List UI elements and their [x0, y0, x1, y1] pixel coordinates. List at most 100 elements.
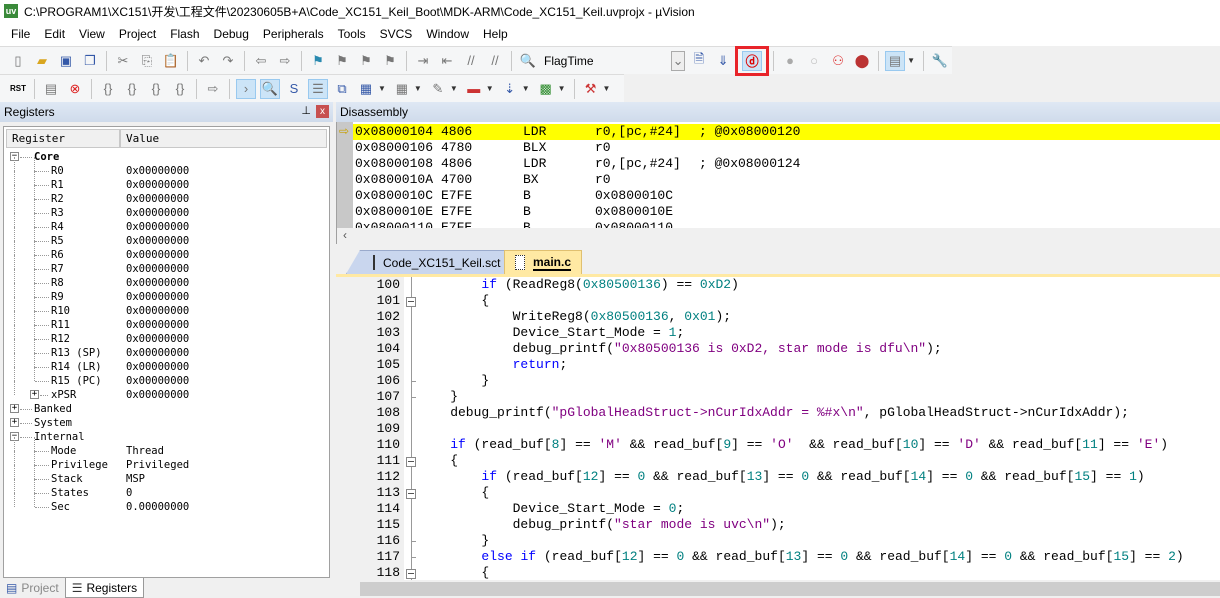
menu-project[interactable]: Project: [112, 27, 163, 41]
register-value[interactable]: 0x00000000: [126, 346, 189, 360]
window-layout-icon[interactable]: ▤: [885, 50, 906, 71]
register-row[interactable]: + xPSR 0x00000000: [4, 381, 329, 402]
menu-tools[interactable]: Tools: [331, 27, 373, 41]
register-row[interactable]: Sec 0.00000000: [4, 493, 329, 514]
register-row[interactable]: Stack MSP: [4, 465, 329, 486]
register-row[interactable]: R6 0x00000000: [4, 241, 329, 262]
disassembly-line[interactable]: 0x08000104 4806 LDR r0,[pc,#24] ; @0x0800012…: [353, 124, 1220, 140]
register-row[interactable]: Mode Thread: [4, 437, 329, 458]
register-value[interactable]: 0x00000000: [126, 290, 189, 304]
register-row[interactable]: Privilege Privileged: [4, 451, 329, 472]
find-in-files-icon[interactable]: 🔍: [518, 51, 538, 71]
register-row[interactable]: R14 (LR) 0x00000000: [4, 353, 329, 374]
incremental-find-icon[interactable]: ⇓: [713, 51, 733, 71]
analysis-window-icon[interactable]: ▬: [464, 79, 484, 99]
editor-hscrollbar[interactable]: [336, 580, 1220, 598]
register-value[interactable]: Privileged: [126, 458, 189, 472]
menu-flash[interactable]: Flash: [163, 27, 206, 41]
step-over-icon[interactable]: {}: [122, 79, 142, 99]
enable-breakpoint-icon[interactable]: ○: [804, 51, 824, 71]
scroll-left-icon[interactable]: ‹: [343, 228, 347, 242]
expand-icon[interactable]: +: [30, 390, 39, 399]
register-value[interactable]: 0x00000000: [126, 332, 189, 346]
column-value[interactable]: Value: [120, 129, 327, 148]
run-icon[interactable]: ▤: [41, 79, 61, 99]
register-row[interactable]: R8 0x00000000: [4, 269, 329, 290]
system-viewer-icon[interactable]: ▩: [536, 79, 556, 99]
step-out-icon[interactable]: {}: [146, 79, 166, 99]
register-group[interactable]: − Internal: [4, 430, 329, 444]
watch-dropdown-icon[interactable]: ▼: [378, 84, 386, 93]
open-folder-icon[interactable]: ▰: [32, 51, 52, 71]
disassembly-line[interactable]: 0x0800010E E7FE B 0x0800010E: [353, 204, 1220, 220]
new-file-icon[interactable]: ▯: [8, 51, 28, 71]
paste-icon[interactable]: 📋: [161, 51, 181, 71]
register-row[interactable]: R1 0x00000000: [4, 171, 329, 192]
register-value[interactable]: MSP: [126, 472, 145, 486]
window-layout-dropdown-icon[interactable]: ▼: [907, 56, 915, 65]
register-value[interactable]: 0x00000000: [126, 248, 189, 262]
register-value[interactable]: 0x00000000: [126, 262, 189, 276]
trace-window-icon[interactable]: ⇣: [500, 79, 520, 99]
kill-breakpoints-icon[interactable]: ⬤: [852, 51, 872, 71]
register-value[interactable]: 0x00000000: [126, 304, 189, 318]
register-value[interactable]: 0x00000000: [126, 374, 189, 388]
menu-svcs[interactable]: SVCS: [373, 27, 420, 41]
memory-dropdown-icon[interactable]: ▼: [414, 84, 422, 93]
register-group[interactable]: + System: [4, 416, 329, 430]
menu-help[interactable]: Help: [476, 27, 515, 41]
fold-collapse-icon[interactable]: [406, 457, 416, 467]
register-value[interactable]: 0x00000000: [126, 220, 189, 234]
uncomment-icon[interactable]: //: [485, 51, 505, 71]
scrollbar-thumb[interactable]: [360, 582, 1220, 596]
disassembly-window-button[interactable]: ⓓ: [742, 50, 763, 71]
system-viewer-dropdown-icon[interactable]: ▼: [558, 84, 566, 93]
bookmark-icon[interactable]: ⚑: [308, 51, 328, 71]
register-value[interactable]: 0x00000000: [126, 360, 189, 374]
memory-window-icon[interactable]: ▦: [392, 79, 412, 99]
symbols-window-icon[interactable]: S: [284, 79, 304, 99]
copy-icon[interactable]: ⎘: [137, 51, 157, 71]
register-value[interactable]: 0x00000000: [126, 178, 189, 192]
register-row[interactable]: R3 0x00000000: [4, 199, 329, 220]
stop-icon[interactable]: ⊗: [65, 79, 85, 99]
reset-icon[interactable]: RST: [8, 79, 28, 99]
call-stack-icon[interactable]: ⧉: [332, 79, 352, 99]
analysis-dropdown-icon[interactable]: ▼: [486, 84, 494, 93]
clear-bookmarks-icon[interactable]: ⚑: [380, 51, 400, 71]
find-dropdown-chevron-icon[interactable]: ⌄: [671, 50, 686, 71]
fold-collapse-icon[interactable]: [406, 297, 416, 307]
register-row[interactable]: R13 (SP) 0x00000000: [4, 339, 329, 360]
show-next-statement-icon[interactable]: ⇨: [203, 79, 223, 99]
cut-icon[interactable]: ✂: [113, 51, 133, 71]
comment-icon[interactable]: //: [461, 51, 481, 71]
configure-icon[interactable]: 🔧: [930, 51, 950, 71]
serial-window-icon[interactable]: ✎: [428, 79, 448, 99]
trace-dropdown-icon[interactable]: ▼: [522, 84, 530, 93]
expand-icon[interactable]: +: [10, 418, 19, 427]
disassembly-list[interactable]: 0x08000104 4806 LDR r0,[pc,#24] ; @0x0800012…: [336, 122, 1220, 228]
disassembly-line[interactable]: 0x08000108 4806 LDR r0,[pc,#24] ; @0x0800012…: [353, 156, 1220, 172]
disassembly-icon[interactable]: 🔍: [260, 78, 280, 99]
next-bookmark-icon[interactable]: ⚑: [356, 51, 376, 71]
watch-window-icon[interactable]: ▦: [356, 79, 376, 99]
indent-icon[interactable]: ⇥: [413, 51, 433, 71]
menu-window[interactable]: Window: [419, 27, 476, 41]
undo-icon[interactable]: ↶: [194, 51, 214, 71]
nav-forward-icon[interactable]: ⇨: [275, 51, 295, 71]
register-value[interactable]: 0x00000000: [126, 234, 189, 248]
menu-debug[interactable]: Debug: [207, 27, 256, 41]
nav-back-icon[interactable]: ⇦: [251, 51, 271, 71]
register-row[interactable]: R12 0x00000000: [4, 325, 329, 346]
code-editor[interactable]: 100 if (ReadReg8(0x80500136) == 0xD2) 101…: [340, 277, 1220, 580]
toolbox-icon[interactable]: ⚒: [581, 79, 601, 99]
disassembly-line[interactable]: 0x0800010A 4700 BX r0: [353, 172, 1220, 188]
menu-file[interactable]: File: [4, 27, 37, 41]
register-row[interactable]: States 0: [4, 479, 329, 500]
column-register[interactable]: Register: [6, 129, 120, 148]
register-row[interactable]: R10 0x00000000: [4, 297, 329, 318]
register-value[interactable]: 0: [126, 486, 132, 500]
find-combo-value[interactable]: FlagTime: [544, 54, 594, 68]
disassembly-line[interactable]: 0x08000110 E7FE B 0x08000110: [353, 220, 1220, 228]
pin-icon[interactable]: ⊥: [301, 104, 311, 117]
